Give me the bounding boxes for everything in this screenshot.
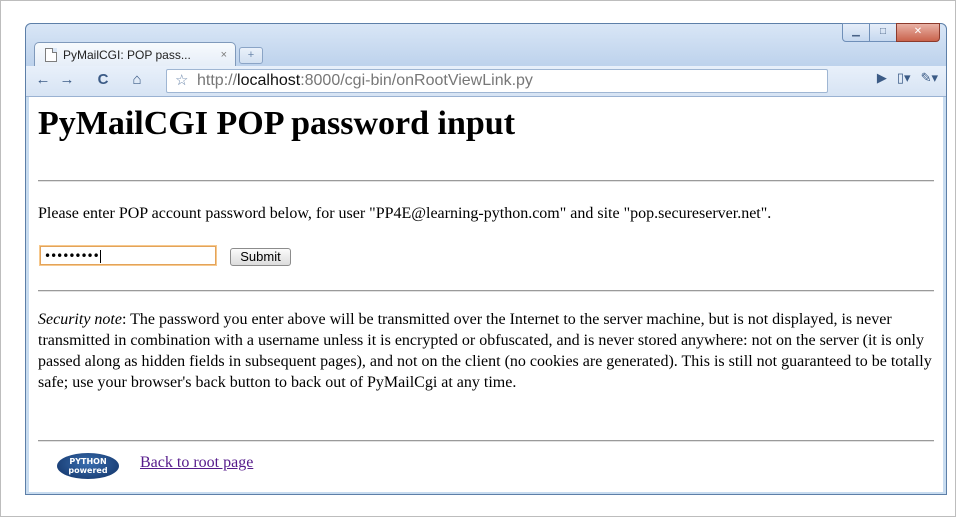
toolbar: ← → C ⌂ ☆ http://localhost:8000/cgi-bin/… <box>26 66 946 97</box>
security-note-text: : The password you enter above will be t… <box>38 311 932 391</box>
divider <box>38 180 934 182</box>
forward-icon[interactable]: → <box>58 69 76 91</box>
divider <box>38 440 934 442</box>
password-input[interactable]: ••••••••• <box>40 246 216 265</box>
browser-window: PyMailCGI: POP pass... × + ▁ □ ✕ ← → C ⌂… <box>25 23 947 495</box>
password-dots: ••••••••• <box>44 249 100 263</box>
play-icon[interactable]: ▶ <box>877 70 887 86</box>
url-text[interactable]: http://localhost:8000/cgi-bin/onRootView… <box>197 72 533 90</box>
page-content: PyMailCGI POP password input Please ente… <box>29 97 943 492</box>
security-note: Security note: The password you enter ab… <box>38 309 934 393</box>
divider <box>38 290 934 292</box>
wrench-icon[interactable]: ✎▾ <box>921 70 938 86</box>
submit-button[interactable]: Submit <box>230 248 291 266</box>
home-icon[interactable]: ⌂ <box>128 69 146 91</box>
browser-tab[interactable]: PyMailCGI: POP pass... × <box>34 42 236 66</box>
back-icon[interactable]: ← <box>34 69 52 91</box>
tab-close-icon[interactable]: × <box>221 49 227 61</box>
tab-title: PyMailCGI: POP pass... <box>63 47 191 62</box>
close-window-button[interactable]: ✕ <box>896 23 940 42</box>
page-icon <box>45 47 57 62</box>
minimize-button[interactable]: ▁ <box>842 23 870 42</box>
back-to-root-link[interactable]: Back to root page <box>140 454 253 472</box>
title-bar: PyMailCGI: POP pass... × + ▁ □ ✕ <box>26 23 946 66</box>
reload-icon[interactable]: C <box>94 69 112 91</box>
page-menu-icon[interactable]: ▯▾ <box>897 70 911 86</box>
page-title: PyMailCGI POP password input <box>38 105 516 142</box>
star-icon[interactable]: ☆ <box>175 71 188 89</box>
maximize-button[interactable]: □ <box>869 23 897 42</box>
password-prompt: Please enter POP account password below,… <box>38 205 772 222</box>
right-tools: ▶ ▯▾ ✎▾ <box>877 70 938 86</box>
security-note-label: Security note <box>38 311 122 328</box>
window-controls: ▁ □ ✕ <box>842 23 940 42</box>
address-bar[interactable]: ☆ http://localhost:8000/cgi-bin/onRootVi… <box>166 69 828 93</box>
python-powered-logo: PYTHON powered <box>57 453 119 479</box>
screenshot-frame: PyMailCGI: POP pass... × + ▁ □ ✕ ← → C ⌂… <box>0 0 956 517</box>
text-caret <box>99 250 101 263</box>
new-tab-button[interactable]: + <box>239 47 263 64</box>
